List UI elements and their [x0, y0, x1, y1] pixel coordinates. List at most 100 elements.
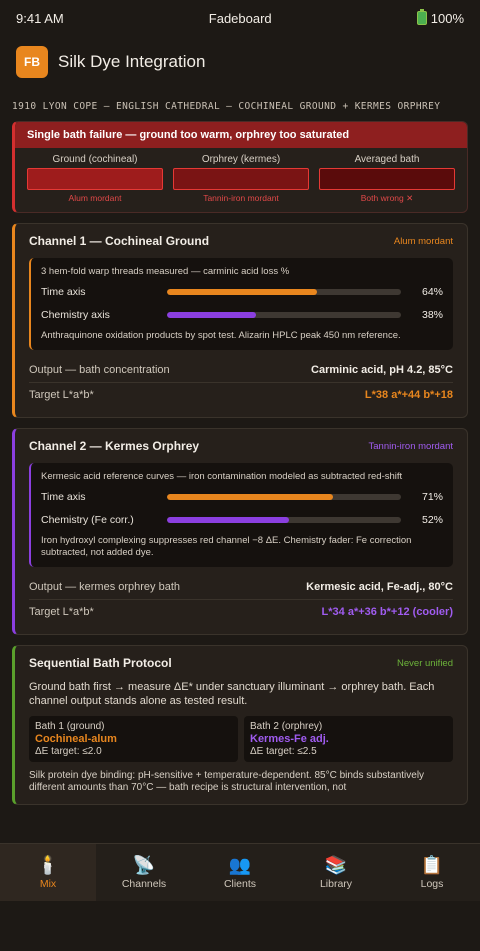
status-carrier: Fadeboard: [208, 10, 272, 26]
tab-library[interactable]: 📚 Library: [288, 844, 384, 901]
output-row: Output — kermes orphrey bath Kermesic ac…: [29, 575, 453, 599]
tab-clients[interactable]: 👥 Clients: [192, 844, 288, 901]
channel-1-title: Channel 1 — Cochineal Ground: [29, 234, 210, 248]
swatch-caption: Tannin-iron mordant: [203, 193, 279, 203]
channels-icon: 📡: [132, 855, 156, 875]
failure-card: Single bath failure — ground too warm, o…: [12, 121, 468, 213]
swatch-orphrey[interactable]: Orphrey (kermes) Tannin-iron mordant: [173, 154, 309, 204]
measurement-caption: 3 hem-fold warp threads measured — carmi…: [41, 266, 290, 277]
bar-label: Chemistry (Fe corr.): [41, 514, 134, 526]
channel-2-title: Channel 2 — Kermes Orphrey: [29, 439, 200, 453]
failure-headline: Single bath failure — ground too warm, o…: [15, 122, 467, 148]
target-row: Target L*a*b* L*34 a*+36 b*+12 (cooler): [29, 599, 453, 624]
channel-1-card[interactable]: Channel 1 — Cochineal Ground Alum mordan…: [12, 223, 468, 418]
home-indicator-area: [0, 901, 480, 951]
time-axis-slider[interactable]: [167, 494, 401, 500]
chemistry-axis-row[interactable]: Chemistry (Fe corr.) 52%: [41, 511, 443, 529]
bar-fill: [167, 312, 256, 318]
chemistry-axis-row[interactable]: Chemistry axis 38%: [41, 306, 443, 324]
swatch-row: Ground (cochineal) Alum mordant Orphrey …: [15, 148, 467, 212]
protocol-card[interactable]: Sequential Bath Protocol Never unified G…: [12, 645, 468, 805]
output-row: Output — bath concentration Carminic aci…: [29, 358, 453, 382]
time-axis-slider[interactable]: [167, 289, 401, 295]
bar-label: Time axis: [41, 286, 86, 298]
target-label: Target L*a*b*: [29, 606, 94, 618]
swatch-averaged[interactable]: Averaged bath Both wrong ✕: [319, 154, 455, 204]
bath-target: ΔE target: ≤2.0: [35, 746, 102, 757]
channel-2-card[interactable]: Channel 2 — Kermes Orphrey Tannin-iron m…: [12, 428, 468, 635]
main-scroll[interactable]: 1910 LYON COPE — ENGLISH CATHEDRAL — COC…: [0, 88, 480, 843]
tab-label: Library: [319, 878, 353, 890]
protocol-tag: Never unified: [397, 657, 453, 669]
measurement-caption: Kermesic acid reference curves — iron co…: [41, 471, 403, 482]
clients-icon: 👥: [228, 855, 252, 875]
bath-target: ΔE target: ≤2.5: [250, 746, 317, 757]
bath-name: Bath 1 (ground): [35, 721, 105, 732]
tab-label: Clients: [223, 878, 257, 890]
swatch-color-box: [27, 168, 163, 190]
swatch-color-box: [319, 168, 455, 190]
time-axis-row[interactable]: Time axis 71%: [41, 488, 443, 506]
bath-1-box[interactable]: Bath 1 (ground) Cochineal-alum ΔE target…: [29, 716, 238, 762]
target-row: Target L*a*b* L*38 a*+44 b*+18: [29, 382, 453, 407]
bath-2-box[interactable]: Bath 2 (orphrey) Kermes-Fe adj. ΔE targe…: [244, 716, 453, 762]
target-value: L*34 a*+36 b*+12 (cooler): [321, 606, 453, 618]
library-icon: 📚: [324, 855, 348, 875]
protocol-text: Ground bath first → measure ΔE* under sa…: [29, 681, 435, 707]
bar-label: Time axis: [41, 491, 86, 503]
app-header: FB Silk Dye Integration: [0, 36, 480, 88]
protocol-title: Sequential Bath Protocol: [29, 656, 172, 670]
target-label: Target L*a*b*: [29, 389, 94, 401]
tab-label: Mix: [39, 878, 57, 890]
swatch-caption: Both wrong ✕: [360, 193, 414, 203]
swatch-color-box: [173, 168, 309, 190]
status-bar: 9:41 AM Fadeboard 100%: [0, 0, 480, 36]
measurement-note: Iron hydroxyl complexing suppresses red …: [41, 535, 412, 558]
mix-icon: 🕯️: [36, 855, 60, 875]
tab-logs[interactable]: 📋 Logs: [384, 844, 480, 901]
bar-label: Chemistry axis: [41, 309, 110, 321]
channel-1-measurement: 3 hem-fold warp threads measured — carmi…: [29, 258, 453, 350]
output-label: Output — bath concentration: [29, 364, 170, 376]
swatch-label: Averaged bath: [354, 154, 420, 165]
output-value: Kermesic acid, Fe-adj., 80°C: [306, 581, 453, 593]
swatch-label: Ground (cochineal): [52, 154, 138, 165]
channel-2-measurement: Kermesic acid reference curves — iron co…: [29, 463, 453, 567]
time-axis-row[interactable]: Time axis 64%: [41, 283, 443, 301]
bar-fill: [167, 289, 317, 295]
battery-icon: [416, 9, 427, 25]
bath-name: Bath 2 (orphrey): [250, 721, 323, 732]
tab-label: Logs: [420, 878, 444, 890]
swatch-ground[interactable]: Ground (cochineal) Alum mordant: [27, 154, 163, 204]
channel-1-tag: Alum mordant: [393, 235, 453, 247]
protocol-footer: Silk protein dye binding: pH-sensitive +…: [29, 770, 425, 793]
swatch-caption: Alum mordant: [68, 193, 122, 203]
target-value: L*38 a*+44 b*+18: [364, 389, 453, 401]
output-label: Output — kermes orphrey bath: [29, 581, 181, 593]
app-logo[interactable]: FB: [16, 46, 48, 78]
tab-channels[interactable]: 📡 Channels: [96, 844, 192, 901]
tab-label: Channels: [121, 878, 167, 890]
project-subtitle: 1910 LYON COPE — ENGLISH CATHEDRAL — COC…: [12, 101, 441, 112]
bar-value: 52%: [421, 514, 443, 526]
logs-icon: 📋: [420, 855, 444, 875]
bar-value: 38%: [421, 309, 443, 321]
bar-value: 64%: [421, 286, 443, 298]
status-time: 9:41 AM: [16, 10, 64, 26]
status-battery-group: 100%: [416, 9, 464, 26]
swatch-label: Orphrey (kermes): [201, 154, 281, 165]
bath-row: Bath 1 (ground) Cochineal-alum ΔE target…: [29, 716, 453, 762]
chemistry-axis-slider[interactable]: [167, 517, 401, 523]
channel-2-tag: Tannin-iron mordant: [368, 440, 454, 452]
tab-bar: 🕯️ Mix 📡 Channels 👥 Clients 📚 Library 📋 …: [0, 843, 480, 901]
measurement-note: Anthraquinone oxidation products by spot…: [41, 330, 401, 341]
bar-value: 71%: [421, 491, 443, 503]
bar-fill: [167, 517, 289, 523]
bar-fill: [167, 494, 334, 500]
app-title: Silk Dye Integration: [58, 52, 206, 71]
tab-mix[interactable]: 🕯️ Mix: [0, 844, 96, 901]
chemistry-axis-slider[interactable]: [167, 312, 401, 318]
status-battery: 100%: [430, 10, 464, 26]
output-value: Carminic acid, pH 4.2, 85°C: [311, 364, 453, 376]
bath-dye: Cochineal-alum: [35, 733, 117, 745]
